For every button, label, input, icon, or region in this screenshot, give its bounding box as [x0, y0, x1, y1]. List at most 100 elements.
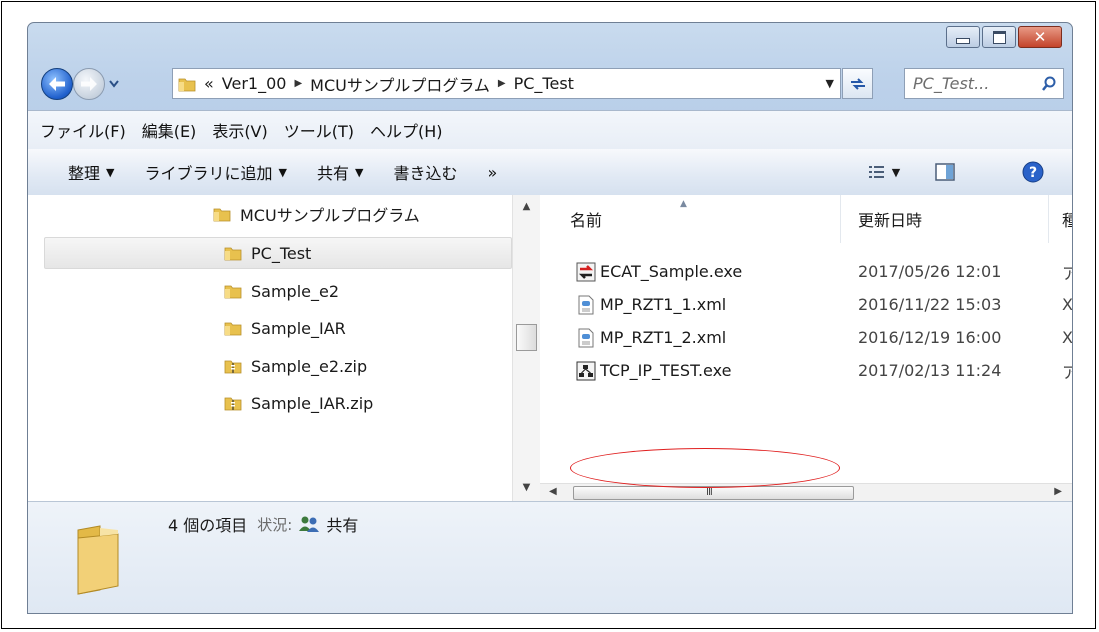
- breadcrumb-overflow[interactable]: «: [204, 74, 214, 93]
- details-pane: 4 個の項目 状況: 共有: [28, 501, 1072, 613]
- file-date: 2017/02/13 11:24: [858, 361, 1002, 380]
- nav-item-label: MCUサンプルプログラム: [240, 206, 420, 225]
- menu-view[interactable]: 表示(V): [212, 118, 267, 142]
- column-header-name[interactable]: 名前: [570, 195, 840, 243]
- maximize-button[interactable]: [982, 26, 1016, 48]
- burn-label: 書き込む: [393, 164, 458, 183]
- caption-buttons: ✕: [946, 26, 1062, 48]
- column-header-date[interactable]: 更新日時: [858, 195, 1048, 243]
- scroll-up-icon[interactable]: ▲: [513, 201, 540, 212]
- scrollbar-thumb[interactable]: III: [573, 486, 854, 500]
- back-button[interactable]: [41, 68, 73, 100]
- column-header-label: 種: [1062, 207, 1072, 231]
- column-header-label: 更新日時: [858, 211, 923, 230]
- column-divider[interactable]: [1048, 195, 1049, 243]
- refresh-icon: [850, 77, 865, 90]
- zip-folder-icon: [224, 360, 242, 374]
- forward-arrow-icon: [81, 77, 97, 91]
- minimize-icon: [956, 37, 970, 44]
- share-button[interactable]: 共有 ▼: [317, 160, 363, 184]
- file-list-horizontal-scrollbar[interactable]: ◀ III ▶: [540, 483, 1072, 502]
- menu-help[interactable]: ヘルプ(H): [370, 118, 443, 142]
- address-dropdown-icon[interactable]: ▼: [826, 77, 834, 90]
- navigation-pane: MCUサンプルプログラム PC_Test Sample_e2 Sample_IA…: [28, 195, 540, 501]
- recent-pages-dropdown[interactable]: [107, 75, 121, 93]
- menu-tools[interactable]: ツール(T): [284, 118, 354, 142]
- explorer-window: ✕ « Ver1_00 ▶ MCUサンプルプログラム ▶ PC_Test ▼ P…: [27, 22, 1073, 614]
- folder-icon: [224, 322, 242, 336]
- nav-item-label: Sample_e2: [251, 281, 340, 301]
- nav-item-label: Sample_e2.zip: [251, 356, 368, 376]
- navigation-scrollbar[interactable]: ▲ ▼: [512, 195, 540, 501]
- file-name: MP_RZT1_1.xml: [600, 295, 727, 314]
- address-bar[interactable]: « Ver1_00 ▶ MCUサンプルプログラム ▶ PC_Test ▼: [172, 68, 841, 99]
- status-label: 状況:: [257, 515, 293, 534]
- folder-icon: [178, 78, 196, 91]
- column-header-type[interactable]: 種: [1062, 195, 1072, 243]
- svg-text:?: ?: [1029, 165, 1037, 181]
- zip-folder-icon: [224, 397, 242, 411]
- nav-item-pc-test[interactable]: PC_Test: [44, 237, 512, 269]
- search-icon[interactable]: [1041, 76, 1057, 92]
- nav-item-sample-e2[interactable]: Sample_e2: [224, 275, 339, 307]
- file-row[interactable]: MP_RZT1_2.xml 2016/12/19 16:00 X: [540, 321, 1072, 354]
- exe-red-arrow-icon: [576, 262, 596, 282]
- file-row[interactable]: TCP_IP_TEST.exe 2017/02/13 11:24 ア: [540, 354, 1072, 387]
- scroll-down-icon[interactable]: ▼: [513, 482, 540, 493]
- file-row[interactable]: MP_RZT1_1.xml 2016/11/22 15:03 X: [540, 288, 1072, 321]
- file-date: 2016/12/19 16:00: [858, 328, 1002, 347]
- nav-item-label: PC_Test: [251, 243, 312, 263]
- command-bar: 整理 ▼ ライブラリに追加 ▼ 共有 ▼ 書き込む » ▼ ?: [28, 149, 1072, 196]
- sort-ascending-icon: ▲: [680, 199, 687, 209]
- maximize-icon: [992, 30, 1006, 44]
- nav-item-sample-e2-zip[interactable]: Sample_e2.zip: [224, 350, 367, 382]
- breadcrumb-separator-icon[interactable]: ▶: [498, 78, 506, 89]
- caret-down-icon: ▼: [354, 165, 364, 179]
- caret-down-icon: ▼: [891, 165, 901, 179]
- menu-edit[interactable]: 編集(E): [142, 118, 197, 142]
- file-row[interactable]: ECAT_Sample.exe 2017/05/26 12:01 ア: [540, 255, 1072, 288]
- nav-item-sample-iar-zip[interactable]: Sample_IAR.zip: [224, 387, 373, 419]
- nav-item-label: Sample_IAR: [251, 318, 346, 338]
- back-arrow-icon: [49, 77, 65, 91]
- minimize-button[interactable]: [946, 26, 980, 48]
- file-type: X: [1062, 295, 1073, 314]
- more-commands-button[interactable]: »: [487, 163, 497, 182]
- view-options-button[interactable]: ▼: [864, 158, 904, 186]
- breadcrumb-ver1-00[interactable]: Ver1_00: [222, 74, 287, 93]
- folder-icon: [224, 247, 242, 261]
- file-type: ア: [1062, 260, 1072, 284]
- folder-icon: [224, 285, 242, 299]
- add-to-library-button[interactable]: ライブラリに追加 ▼: [144, 160, 286, 184]
- file-list: 名前 ▲ 更新日時 種 ECAT_Sample.exe 2017/05/26 1…: [540, 195, 1072, 501]
- nav-item-mcu-sample[interactable]: MCUサンプルプログラム: [213, 198, 420, 230]
- preview-pane-button[interactable]: [930, 158, 960, 186]
- search-box[interactable]: PC_Test...: [904, 68, 1064, 99]
- close-icon: ✕: [1033, 28, 1047, 46]
- help-icon: ?: [1022, 161, 1044, 183]
- nav-item-sample-iar[interactable]: Sample_IAR: [224, 312, 346, 344]
- breadcrumb-pc-test[interactable]: PC_Test: [514, 74, 574, 93]
- organize-button[interactable]: 整理 ▼: [68, 160, 114, 184]
- refresh-button[interactable]: [842, 68, 873, 99]
- caret-down-icon: ▼: [278, 165, 287, 179]
- organize-label: 整理: [68, 164, 101, 183]
- breadcrumb-separator-icon[interactable]: ▶: [294, 78, 302, 89]
- menu-file[interactable]: ファイル(F): [40, 118, 126, 142]
- breadcrumb-mcu-sample[interactable]: MCUサンプルプログラム: [310, 72, 490, 96]
- scroll-left-icon[interactable]: ◀: [549, 486, 557, 497]
- caret-down-icon: ▼: [106, 165, 115, 179]
- view-list-icon: [868, 166, 884, 178]
- file-name: ECAT_Sample.exe: [600, 262, 743, 281]
- scrollbar-thumb[interactable]: [516, 324, 537, 351]
- close-button[interactable]: ✕: [1018, 26, 1062, 48]
- column-divider[interactable]: [840, 195, 841, 243]
- nav-item-label: Sample_IAR.zip: [251, 393, 374, 413]
- help-button[interactable]: ?: [1018, 158, 1048, 186]
- forward-button[interactable]: [73, 68, 105, 100]
- item-count: 4 個の項目: [168, 516, 248, 535]
- file-date: 2016/11/22 15:03: [858, 295, 1002, 314]
- burn-button[interactable]: 書き込む: [393, 160, 457, 184]
- scroll-right-icon[interactable]: ▶: [1054, 486, 1062, 497]
- shared-users-icon: [299, 516, 320, 532]
